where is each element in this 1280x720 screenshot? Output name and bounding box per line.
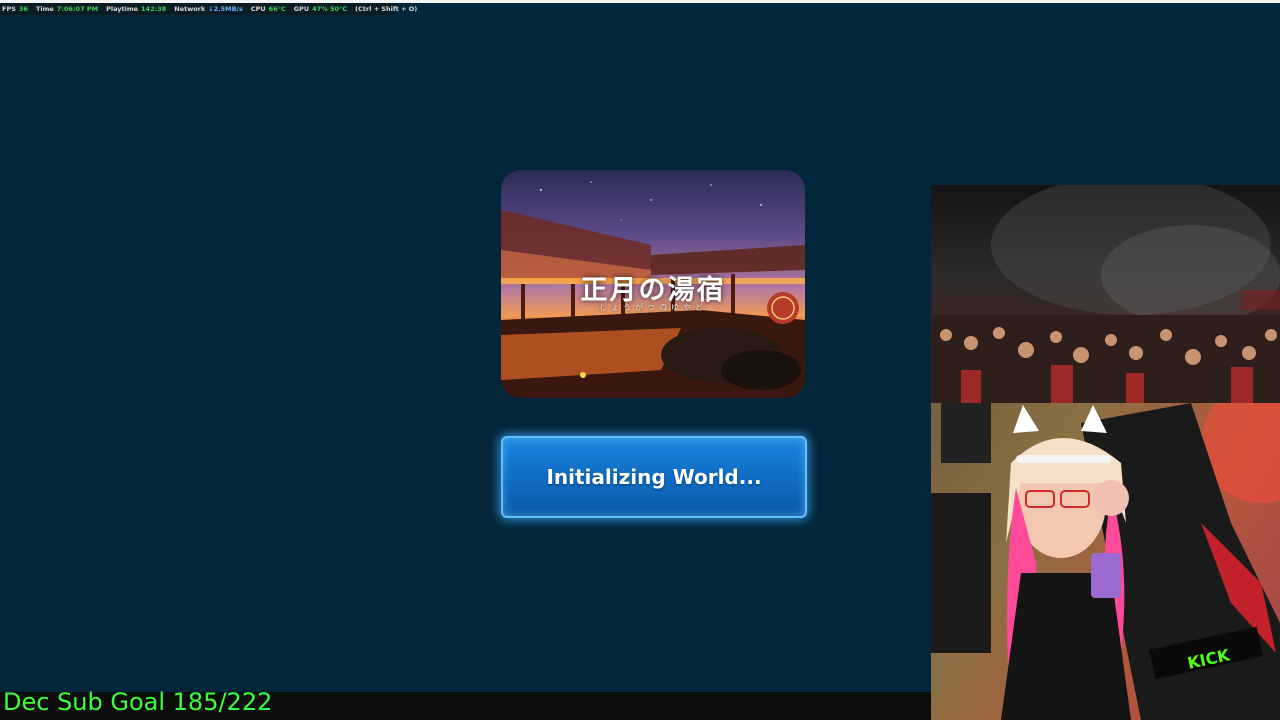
fps-readout: FPS 36 [2,5,28,13]
time-label: Time [35,5,54,13]
fps-value: 36 [18,5,28,13]
world-thumbnail: 正月の湯宿 しょうがつのゆやど [501,170,805,398]
performance-overlay: FPS 36 Time 7:06:07 PM Playtime 142:38 N… [0,3,417,15]
loading-status-label: Initializing World... [546,465,762,489]
time-readout: Time 7:06:07 PM [36,5,98,13]
cpu-readout: CPU 66°C [251,5,286,13]
streamer-webcam-video: KICK [931,403,1280,720]
playtime-label: Playtime [106,5,139,13]
concert-crowd-image [931,185,1280,403]
fps-label: FPS [2,5,16,13]
network-readout: Network ↓2.5MB/s [174,5,243,13]
overlay-shortcut-hint: (Ctrl + Shift + O) [355,5,418,13]
gpu-readout: GPU 47% 50°C [294,5,347,13]
network-value: ↓2.5MB/s [208,5,243,13]
gpu-value: 47% 50°C [312,5,348,13]
sub-goal-text: Dec Sub Goal 185/222 [3,688,273,716]
playtime-value: 142:38 [141,5,167,13]
world-subtitle: しょうがつのゆやど [599,303,707,312]
cpu-value: 66°C [268,5,286,13]
streamer-webcam-image: KICK [931,403,1280,720]
cpu-label: CPU [250,5,266,13]
network-label: Network [174,5,206,13]
playtime-readout: Playtime 142:38 [106,5,166,13]
concert-crowd-video [931,185,1280,403]
time-value: 7:06:07 PM [56,5,99,13]
gpu-label: GPU [293,5,310,13]
loading-status-button: Initializing World... [501,436,807,518]
